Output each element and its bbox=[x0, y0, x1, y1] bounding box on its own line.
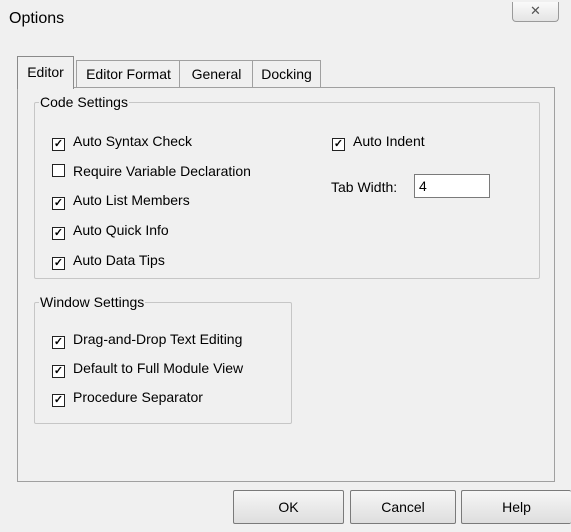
dialog-footer: OK Cancel Help bbox=[0, 480, 571, 532]
tab-width-input[interactable] bbox=[414, 174, 490, 198]
tab-width-label: Tab Width: bbox=[331, 179, 398, 195]
procedure-separator-option[interactable]: ✓ Procedure Separator bbox=[52, 388, 203, 407]
option-label: Procedure Separator bbox=[73, 389, 203, 405]
tab-label: General bbox=[191, 66, 242, 82]
tab-label: Docking bbox=[261, 66, 312, 82]
auto-list-members-option[interactable]: ✓ Auto List Members bbox=[52, 191, 190, 210]
editor-tab-panel: Code Settings ✓ Auto Syntax Check Require… bbox=[17, 87, 555, 482]
checkbox-checked[interactable]: ✓ bbox=[52, 197, 65, 210]
default-to-full-module-view-option[interactable]: ✓ Default to Full Module View bbox=[52, 359, 244, 378]
help-button[interactable]: Help bbox=[461, 490, 571, 524]
option-label: Drag-and-Drop Text Editing bbox=[73, 331, 243, 347]
close-icon: ✕ bbox=[530, 3, 541, 18]
auto-quick-info-option[interactable]: ✓ Auto Quick Info bbox=[52, 221, 169, 240]
tab-label: Editor Format bbox=[86, 66, 171, 82]
auto-data-tips-option[interactable]: ✓ Auto Data Tips bbox=[52, 251, 165, 270]
ok-button[interactable]: OK bbox=[233, 490, 344, 524]
require-variable-declaration-option[interactable]: Require Variable Declaration bbox=[52, 162, 251, 180]
option-label: Auto Quick Info bbox=[73, 222, 169, 238]
option-label: Require Variable Declaration bbox=[73, 163, 251, 179]
tab-editor[interactable]: Editor bbox=[17, 56, 74, 89]
tab-label: Editor bbox=[27, 64, 64, 80]
cancel-button[interactable]: Cancel bbox=[350, 490, 456, 524]
title-bar: Options ✕ bbox=[0, 0, 571, 40]
tab-general[interactable]: General bbox=[179, 60, 254, 88]
option-label: Auto Syntax Check bbox=[73, 133, 193, 149]
checkbox-checked[interactable]: ✓ bbox=[52, 394, 65, 407]
option-label: Default to Full Module View bbox=[73, 360, 244, 376]
window-settings-label: Window Settings bbox=[39, 294, 146, 310]
window-title: Options bbox=[9, 10, 65, 27]
code-settings-label: Code Settings bbox=[39, 94, 129, 110]
checkbox-checked[interactable]: ✓ bbox=[52, 365, 65, 378]
auto-syntax-check-option[interactable]: ✓ Auto Syntax Check bbox=[52, 132, 193, 151]
checkbox-checked[interactable]: ✓ bbox=[52, 257, 65, 270]
checkbox-checked[interactable]: ✓ bbox=[332, 138, 345, 151]
checkbox-checked[interactable]: ✓ bbox=[52, 227, 65, 240]
code-settings-group: Code Settings ✓ Auto Syntax Check Require… bbox=[34, 94, 540, 279]
tab-docking[interactable]: Docking bbox=[252, 60, 321, 88]
checkbox-checked[interactable]: ✓ bbox=[52, 138, 65, 151]
option-label: Auto List Members bbox=[73, 192, 190, 208]
option-label: Auto Data Tips bbox=[73, 252, 165, 268]
window-settings-group: Window Settings ✓ Drag-and-Drop Text Edit… bbox=[34, 294, 292, 424]
tab-editor-format[interactable]: Editor Format bbox=[76, 60, 181, 88]
auto-indent-option[interactable]: ✓ Auto Indent bbox=[332, 132, 425, 151]
drag-and-drop-text-editing-option[interactable]: ✓ Drag-and-Drop Text Editing bbox=[52, 330, 243, 349]
option-label: Auto Indent bbox=[353, 133, 425, 149]
close-button[interactable]: ✕ bbox=[512, 2, 559, 22]
checkbox[interactable] bbox=[52, 164, 65, 177]
checkbox-checked[interactable]: ✓ bbox=[52, 336, 65, 349]
